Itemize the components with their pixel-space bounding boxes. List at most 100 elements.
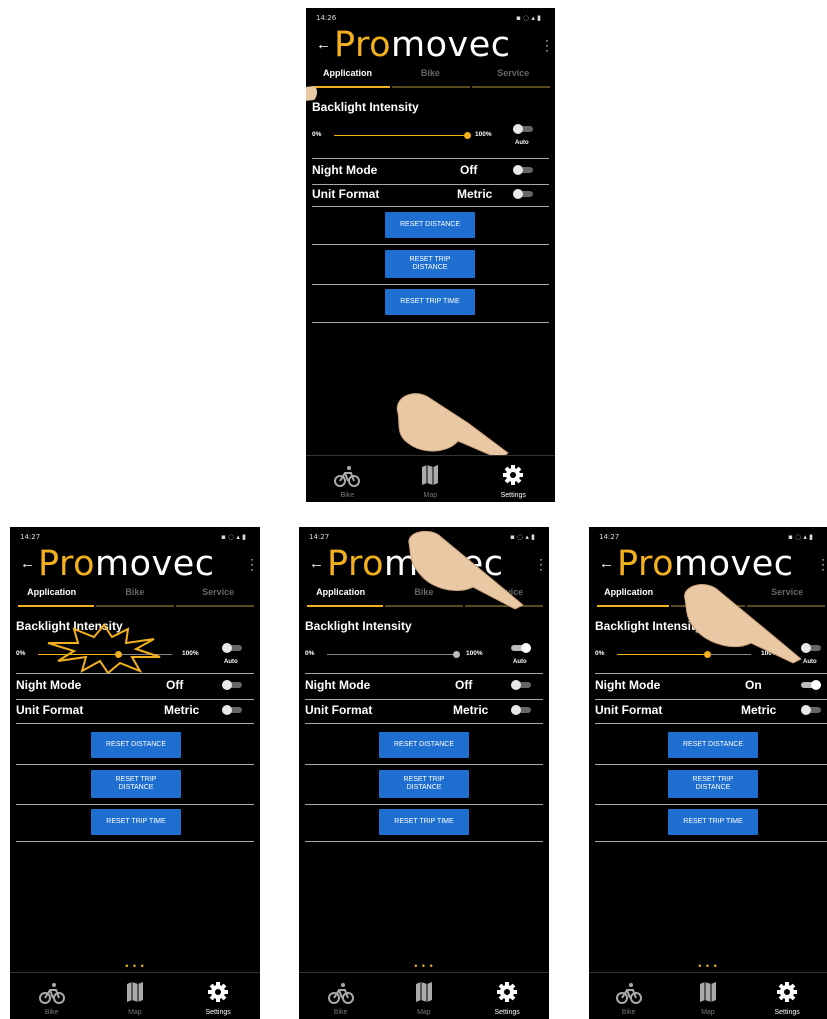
unit-format-toggle[interactable] — [222, 705, 242, 715]
backlight-label: Backlight Intensity — [305, 619, 412, 633]
tab-service[interactable]: Service — [472, 68, 555, 78]
night-mode-toggle[interactable] — [801, 680, 821, 690]
night-mode-toggle[interactable] — [511, 680, 531, 690]
reset-distance-button[interactable]: RESET DISTANCE — [91, 732, 181, 758]
auto-label: Auto — [513, 659, 527, 665]
nav-settings[interactable]: Settings — [472, 456, 555, 502]
backlight-row: Backlight Intensity 0% 100% Auto — [305, 617, 543, 674]
divider — [305, 804, 543, 805]
phone-screen-2: 14:27 ▪ ◌ ▴ ▮ ← Promovec · · · Application… — [10, 527, 260, 1019]
unit-format-label: Unit Format — [16, 703, 84, 717]
status-time: 14:27 — [309, 533, 330, 541]
divider — [16, 764, 254, 765]
backlight-slider-knob[interactable] — [464, 132, 471, 139]
tab-indicator — [307, 605, 383, 607]
back-arrow-icon[interactable]: ← — [20, 555, 35, 572]
night-mode-label: Night Mode — [595, 678, 661, 692]
page-indicator: • • • — [698, 961, 718, 971]
backlight-slider-fill — [334, 135, 468, 136]
nav-map[interactable]: Map — [382, 973, 465, 1019]
reset-trip-time-button[interactable]: RESET TRIP TIME — [668, 809, 758, 835]
reset-trip-distance-button[interactable]: RESET TRIP DISTANCE — [385, 250, 475, 278]
backlight-slider-knob[interactable] — [453, 651, 460, 658]
night-mode-label: Night Mode — [305, 678, 371, 692]
night-mode-toggle[interactable] — [513, 165, 533, 175]
divider — [595, 764, 827, 765]
tab-bike[interactable]: Bike — [389, 68, 472, 78]
unit-format-label: Unit Format — [595, 703, 663, 717]
pointing-hand-icon — [306, 86, 317, 101]
nav-map[interactable]: Map — [668, 973, 747, 1019]
nav-settings[interactable]: Settings — [748, 973, 827, 1019]
unit-format-value: Metric — [741, 703, 777, 717]
unit-format-label: Unit Format — [312, 187, 380, 201]
slider-max-label: 100% — [475, 131, 492, 138]
overflow-menu-icon[interactable]: · · · — [821, 553, 825, 575]
nav-bike[interactable]: Bike — [306, 456, 389, 502]
bottom-nav: Bike Map Settings — [589, 972, 827, 1019]
backlight-slider-track[interactable] — [327, 654, 457, 655]
auto-toggle[interactable] — [513, 124, 533, 134]
map-icon — [422, 465, 439, 485]
overflow-menu-icon[interactable]: · · · — [545, 34, 549, 56]
tab-application[interactable]: Application — [10, 587, 93, 597]
nav-map[interactable]: Map — [93, 973, 176, 1019]
night-mode-value: Off — [460, 163, 478, 177]
reset-trip-distance-button[interactable]: RESET TRIP DISTANCE — [91, 770, 181, 798]
app-header: ← Promovec ··· — [589, 544, 827, 584]
nav-bike[interactable]: Bike — [299, 973, 382, 1019]
tab-service[interactable]: Service — [177, 587, 260, 597]
night-mode-value: Off — [455, 678, 473, 692]
nav-bike[interactable]: Bike — [589, 973, 668, 1019]
unit-format-row: Unit Format Metric — [595, 699, 827, 724]
nav-bike[interactable]: Bike — [10, 973, 93, 1019]
bicycle-icon — [327, 983, 354, 1004]
gear-icon — [777, 982, 798, 1002]
reset-distance-button[interactable]: RESET DISTANCE — [385, 212, 475, 238]
auto-label: Auto — [515, 140, 529, 146]
tab-bike[interactable]: Bike — [93, 587, 176, 597]
reset-trip-time-button[interactable]: RESET TRIP TIME — [379, 809, 469, 835]
tab-divider — [392, 86, 470, 88]
status-time: 14:27 — [20, 533, 41, 541]
divider — [16, 841, 254, 842]
promovec-logo: Promovec — [617, 544, 794, 584]
reset-trip-distance-button[interactable]: RESET TRIP DISTANCE — [379, 770, 469, 798]
unit-format-toggle[interactable] — [511, 705, 531, 715]
back-arrow-icon[interactable]: ← — [316, 36, 331, 53]
night-mode-row: Night Mode Off — [305, 673, 543, 700]
divider — [16, 804, 254, 805]
unit-format-toggle[interactable] — [513, 189, 533, 199]
tab-application[interactable]: Application — [589, 587, 668, 597]
slider-max-label: 100% — [182, 650, 199, 657]
unit-format-row: Unit Format Metric — [305, 699, 543, 724]
reset-trip-time-button[interactable]: RESET TRIP TIME — [385, 289, 475, 315]
divider — [595, 841, 827, 842]
tab-application[interactable]: Application — [306, 68, 389, 78]
auto-toggle[interactable] — [222, 643, 242, 653]
overflow-menu-icon[interactable]: · · · — [250, 553, 254, 575]
reset-trip-distance-button[interactable]: RESET TRIP DISTANCE — [668, 770, 758, 798]
night-mode-label: Night Mode — [312, 163, 378, 177]
auto-toggle[interactable] — [511, 643, 531, 653]
map-icon — [126, 982, 143, 1002]
back-arrow-icon[interactable]: ← — [599, 555, 614, 572]
night-mode-row: Night Mode Off — [312, 158, 549, 185]
tab-application[interactable]: Application — [299, 587, 382, 597]
reset-trip-time-button[interactable]: RESET TRIP TIME — [91, 809, 181, 835]
phone-screen-4: 14:27 ▪ ◌ ▴ ▮ ← Promovec · · · Application… — [589, 527, 827, 1019]
slider-min-label: 0% — [595, 650, 605, 657]
nav-settings[interactable]: Settings — [177, 973, 260, 1019]
bicycle-icon — [615, 983, 642, 1004]
nav-settings[interactable]: Settings — [466, 973, 549, 1019]
reset-distance-button[interactable]: RESET DISTANCE — [668, 732, 758, 758]
nav-map[interactable]: Map — [389, 456, 472, 502]
unit-format-row: Unit Format Metric — [16, 699, 254, 724]
unit-format-toggle[interactable] — [801, 705, 821, 715]
reset-distance-button[interactable]: RESET DISTANCE — [379, 732, 469, 758]
night-mode-toggle[interactable] — [222, 680, 242, 690]
divider — [595, 804, 827, 805]
back-arrow-icon[interactable]: ← — [309, 555, 324, 572]
divider — [312, 244, 549, 245]
overflow-menu-icon[interactable]: · · · — [539, 553, 543, 575]
